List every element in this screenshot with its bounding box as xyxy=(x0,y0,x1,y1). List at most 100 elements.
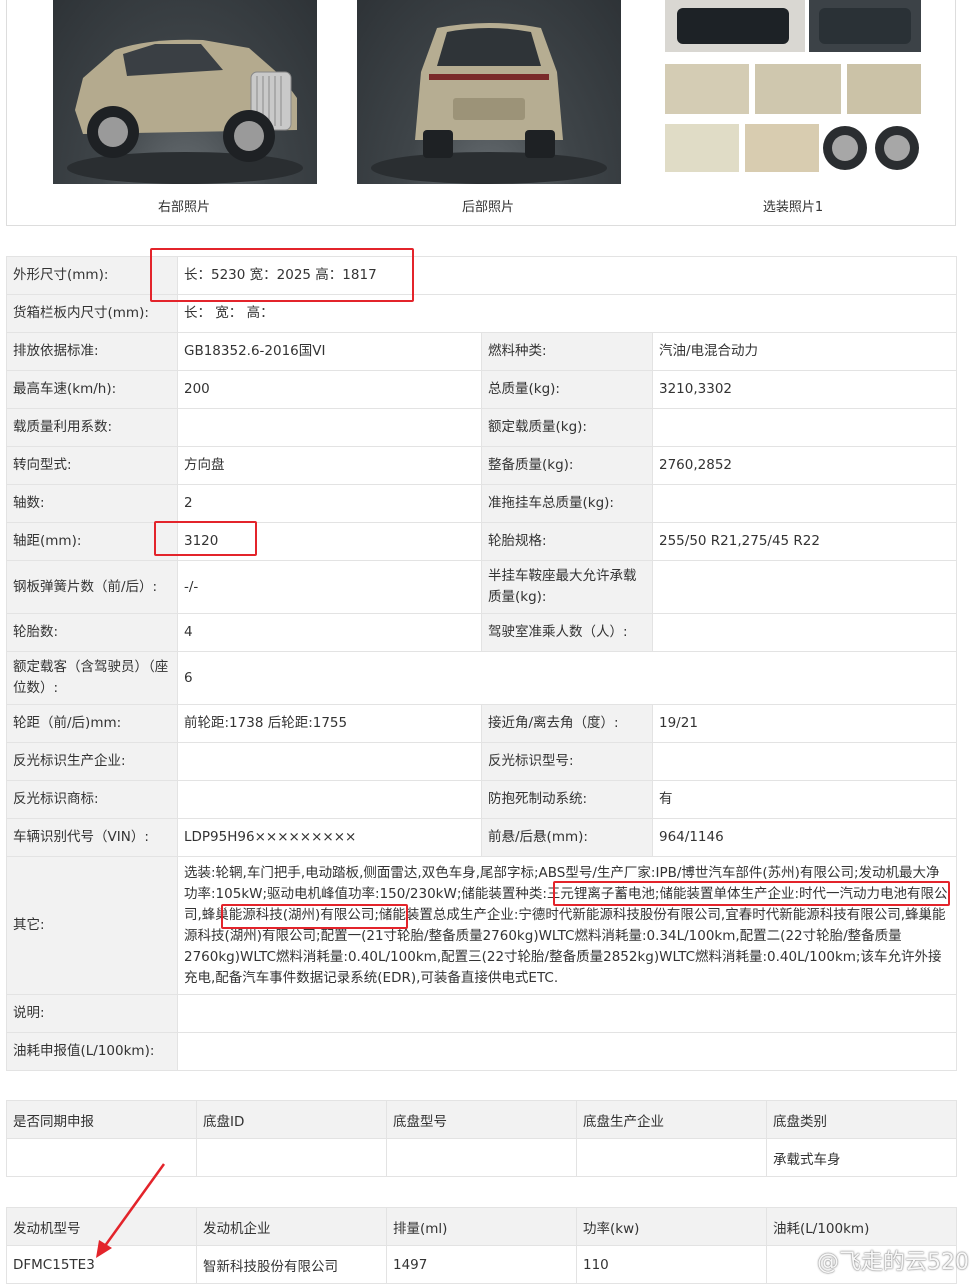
spec-label: 整备质量(kg): xyxy=(481,446,653,485)
spec-value xyxy=(651,742,958,781)
table-cell: 110 xyxy=(576,1245,767,1284)
table-cell: 1497 xyxy=(386,1245,577,1284)
spec-row-cargo: 货箱栏板内尺寸(mm): 长： 宽： 高： xyxy=(6,294,958,333)
spec-row: 排放依据标准: GB18352.6-2016国VI 燃料种类: 汽油/电混合动力 xyxy=(6,332,958,371)
spec-row: 轮胎数: 4 驾驶室准乘人数（人）: xyxy=(6,613,958,652)
spec-label: 最高车速(km/h): xyxy=(6,370,178,409)
spec-value xyxy=(651,560,958,614)
spec-row-wheelbase: 轴距(mm): 3120 轮胎规格: 255/50 R21,275/45 R22 xyxy=(6,522,958,561)
spec-value: 3210,3302 xyxy=(651,370,958,409)
spec-row: 转向型式: 方向盘 整备质量(kg): 2760,2852 xyxy=(6,446,958,485)
spec-value xyxy=(177,742,482,781)
table-cell xyxy=(196,1138,387,1177)
spec-label: 防抱死制动系统: xyxy=(481,780,653,819)
spec-row-other: 其它: 选装:轮辋,车门把手,电动踏板,侧面雷达,双色车身,尾部字标;ABS型号… xyxy=(6,856,958,995)
spec-row-dimensions: 外形尺寸(mm): 长：5230 宽：2025 高：1817 xyxy=(6,256,958,295)
spec-value: 方向盘 xyxy=(177,446,482,485)
spec-row: 车辆识别代号（VIN）: LDP95H96××××××××× 前悬/后悬(mm)… xyxy=(6,818,958,857)
table-cell: 智新科技股份有限公司 xyxy=(196,1245,387,1284)
spec-label: 轴距(mm): xyxy=(6,522,178,561)
spec-value: 19/21 xyxy=(651,704,958,743)
rear-photo-caption: 后部照片 xyxy=(461,200,514,215)
spec-label: 反光标识型号: xyxy=(481,742,653,781)
spec-label: 载质量利用系数: xyxy=(6,408,178,447)
spec-value: 2 xyxy=(177,484,482,523)
spec-value xyxy=(651,613,958,652)
spec-value: 4 xyxy=(177,613,482,652)
spec-value xyxy=(651,484,958,523)
spec-label: 外形尺寸(mm): xyxy=(6,256,178,295)
spec-label: 总质量(kg): xyxy=(481,370,653,409)
spec-label: 接近角/离去角（度）: xyxy=(481,704,653,743)
spec-value: 前轮距:1738 后轮距:1755 xyxy=(177,704,482,743)
spec-label: 钢板弹簧片数（前/后）: xyxy=(6,560,178,614)
spec-label: 转向型式: xyxy=(6,446,178,485)
spec-row-note: 说明: xyxy=(6,994,958,1033)
spec-label: 说明: xyxy=(6,994,178,1033)
spec-value xyxy=(176,994,958,1033)
spec-label: 轴数: xyxy=(6,484,178,523)
spec-label: 前悬/后悬(mm): xyxy=(481,818,653,857)
right-photo-caption: 右部照片 xyxy=(157,200,210,215)
spec-value: 2760,2852 xyxy=(651,446,958,485)
optional-photo[interactable] xyxy=(663,0,923,176)
spec-value xyxy=(177,780,482,819)
spec-value: LDP95H96××××××××× xyxy=(177,818,482,857)
spec-row-fuel: 油耗申报值(L/100km): xyxy=(6,1032,958,1071)
spec-label: 油耗申报值(L/100km): xyxy=(6,1032,178,1071)
other-text: 选装:轮辋,车门把手,电动踏板,侧面雷达,双色车身,尾部字标;ABS型号/生产厂… xyxy=(184,864,948,986)
spec-row: 轴数: 2 准拖挂车总质量(kg): xyxy=(6,484,958,523)
rear-photo[interactable] xyxy=(357,0,621,184)
spec-label: 轮距（前/后)mm: xyxy=(6,704,178,743)
spec-value xyxy=(651,408,958,447)
spec-value-wheelbase: 3120 xyxy=(177,522,482,561)
column-header: 是否同期申报 xyxy=(6,1100,197,1139)
spec-label: 反光标识生产企业: xyxy=(6,742,178,781)
right-photo[interactable] xyxy=(53,0,317,184)
watermark: @飞走的云520 xyxy=(817,1250,969,1275)
spec-value xyxy=(177,408,482,447)
column-header: 底盘类别 xyxy=(766,1100,957,1139)
table-cell xyxy=(386,1138,577,1177)
spec-label: 准拖挂车总质量(kg): xyxy=(481,484,653,523)
spec-row: 轮距（前/后)mm: 前轮距:1738 后轮距:1755 接近角/离去角（度）:… xyxy=(6,704,958,743)
spec-row: 载质量利用系数: 额定载质量(kg): xyxy=(6,408,958,447)
column-header: 底盘ID xyxy=(196,1100,387,1139)
spec-value: 有 xyxy=(651,780,958,819)
column-header: 油耗(L/100km) xyxy=(766,1207,957,1246)
spec-value: GB18352.6-2016国VI xyxy=(177,332,482,371)
spec-row-seats: 额定载客（含驾驶员）（座位数）: 6 xyxy=(6,651,958,705)
spec-label: 轮胎数: xyxy=(6,613,178,652)
column-header: 功率(kw) xyxy=(576,1207,767,1246)
spec-value-cargo: 长： 宽： 高： xyxy=(176,294,958,333)
spec-label: 车辆识别代号（VIN）: xyxy=(6,818,178,857)
spec-label: 驾驶室准乘人数（人）: xyxy=(481,613,653,652)
table-cell: 承载式车身 xyxy=(766,1138,957,1177)
spec-label: 额定载客（含驾驶员）（座位数）: xyxy=(6,651,178,705)
spec-value: 6 xyxy=(176,651,958,705)
spec-label: 轮胎规格: xyxy=(481,522,653,561)
spec-label: 其它: xyxy=(6,856,178,995)
spec-row: 钢板弹簧片数（前/后）: -/- 半挂车鞍座最大允许承载质量(kg): xyxy=(6,560,958,614)
column-header: 底盘型号 xyxy=(386,1100,577,1139)
column-header: 底盘生产企业 xyxy=(576,1100,767,1139)
optional-photo-caption: 选装照片1 xyxy=(762,200,824,215)
spec-value: 汽油/电混合动力 xyxy=(651,332,958,371)
spec-label: 货箱栏板内尺寸(mm): xyxy=(6,294,178,333)
spec-value: 964/1146 xyxy=(651,818,958,857)
table-cell xyxy=(576,1138,767,1177)
spec-value-dimensions: 长：5230 宽：2025 高：1817 xyxy=(176,256,958,295)
spec-value-other: 选装:轮辋,车门把手,电动踏板,侧面雷达,双色车身,尾部字标;ABS型号/生产厂… xyxy=(176,856,958,995)
chassis-header-row: 是否同期申报 底盘ID 底盘型号 底盘生产企业 底盘类别 xyxy=(6,1100,957,1139)
annotation-arrow-icon xyxy=(96,1163,166,1258)
column-header: 排量(ml) xyxy=(386,1207,577,1246)
column-header: 发动机企业 xyxy=(196,1207,387,1246)
spec-label: 额定载质量(kg): xyxy=(481,408,653,447)
spec-value: -/- xyxy=(177,560,482,614)
spec-row: 反光标识生产企业: 反光标识型号: xyxy=(6,742,958,781)
spec-label: 半挂车鞍座最大允许承载质量(kg): xyxy=(481,560,653,614)
spec-label: 燃料种类: xyxy=(481,332,653,371)
photo-strip: 右部照片 后部照片 选装照片1 xyxy=(6,0,956,226)
spec-value xyxy=(176,1032,958,1071)
spec-row: 最高车速(km/h): 200 总质量(kg): 3210,3302 xyxy=(6,370,958,409)
